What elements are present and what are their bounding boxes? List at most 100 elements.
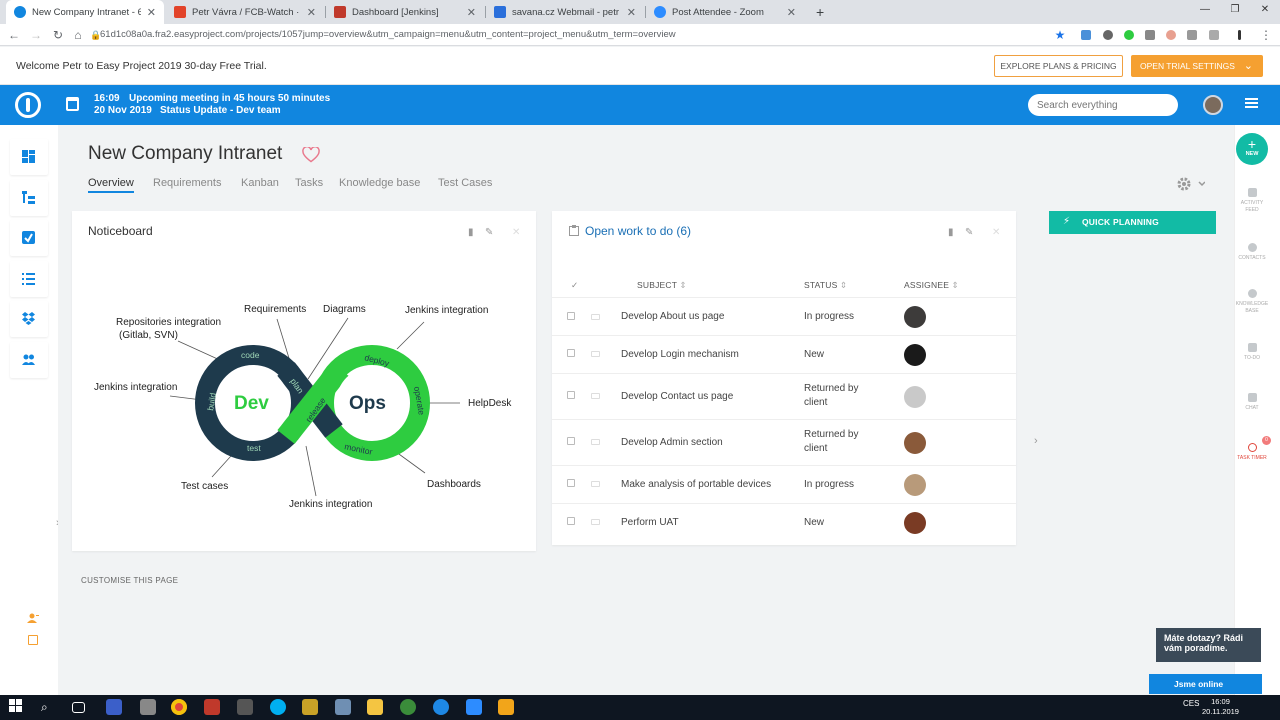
taskbar-search-icon[interactable]: ⌕ xyxy=(41,699,57,715)
sidebar-item-dashboard[interactable] xyxy=(10,139,48,175)
delete-icon[interactable]: ▮ xyxy=(468,227,474,238)
extension-icon[interactable] xyxy=(1187,30,1197,40)
assignee-avatar[interactable] xyxy=(904,474,926,496)
row-context-icon[interactable] xyxy=(591,519,600,525)
url-field[interactable]: 61d1c08a0a.fra2.easyproject.com/projects… xyxy=(100,27,676,43)
browser-tab-webmail[interactable]: savana.cz Webmail - petr <petr@ ✕ xyxy=(486,0,644,24)
sidebar-item-dropbox[interactable] xyxy=(10,301,48,337)
tab-kanban[interactable]: Kanban xyxy=(241,177,279,189)
rail-chat[interactable]: CHAT xyxy=(1234,393,1270,412)
home-icon[interactable]: ⌂ xyxy=(70,27,86,43)
open-work-title[interactable]: Open work to do (6) xyxy=(585,224,691,238)
task-subject[interactable]: Make analysis of portable devices xyxy=(621,479,771,490)
task-subject[interactable]: Perform UAT xyxy=(621,517,679,528)
chevron-right-icon[interactable]: › xyxy=(1034,435,1038,447)
close-tab-icon[interactable]: ✕ xyxy=(627,6,636,19)
table-row[interactable]: Make analysis of portable devices In pro… xyxy=(552,465,1016,503)
row-context-icon[interactable] xyxy=(591,481,600,487)
taskbar-app-icon[interactable] xyxy=(106,699,122,715)
close-tab-icon[interactable]: ✕ xyxy=(147,6,156,19)
chat-prompt-bubble[interactable]: Máte dotazy? Rádi vám poradíme. xyxy=(1156,628,1261,662)
row-context-icon[interactable] xyxy=(591,314,600,320)
tab-requirements[interactable]: Requirements xyxy=(153,177,221,189)
internet-explorer-icon[interactable] xyxy=(433,699,449,715)
extension-icon[interactable] xyxy=(1209,30,1219,40)
meeting-text[interactable]: Upcoming meeting in 45 hours 50 minutes xyxy=(129,93,330,104)
chat-online-button[interactable]: Jsme online xyxy=(1149,674,1262,694)
tab-test-cases[interactable]: Test Cases xyxy=(438,177,492,189)
browser-tab-gitlab[interactable]: Petr Vávra / FCB-Watch · GitLab ✕ xyxy=(166,0,324,24)
tab-knowledge-base[interactable]: Knowledge base xyxy=(339,177,420,189)
assignee-avatar[interactable] xyxy=(904,344,926,366)
browser-tab-easyproject[interactable]: New Company Intranet - 61d1c8 ✕ xyxy=(6,0,164,24)
assignee-avatar[interactable] xyxy=(904,432,926,454)
windows-start-icon[interactable] xyxy=(9,699,25,715)
bookmark-star-icon[interactable]: ★ xyxy=(1052,27,1068,43)
filezilla-icon[interactable] xyxy=(204,699,220,715)
row-checkbox[interactable] xyxy=(567,479,575,487)
reload-icon[interactable]: ↻ xyxy=(50,27,66,43)
forward-arrow-icon[interactable]: → xyxy=(28,27,44,43)
tray-language[interactable]: CES xyxy=(1183,699,1199,708)
extension-icon[interactable] xyxy=(1238,30,1241,40)
table-row[interactable]: Develop About us page In progress xyxy=(552,297,1016,335)
rail-contacts[interactable]: CONTACTS xyxy=(1234,243,1270,262)
table-row[interactable]: Perform UAT New xyxy=(552,503,1016,541)
extension-icon[interactable] xyxy=(1103,30,1113,40)
row-checkbox[interactable] xyxy=(567,349,575,357)
taskbar-clock[interactable]: 16:09 20.11.2019 xyxy=(1202,697,1239,717)
close-window-icon[interactable]: ✕ xyxy=(1250,0,1280,20)
assignee-avatar[interactable] xyxy=(904,306,926,328)
select-all-column[interactable]: ✓ xyxy=(571,280,578,291)
settings-gear-icon[interactable] xyxy=(1177,177,1206,194)
tab-overview[interactable]: Overview xyxy=(88,177,134,193)
new-tab-button[interactable]: + xyxy=(808,0,828,24)
close-tab-icon[interactable]: ✕ xyxy=(307,6,316,19)
back-arrow-icon[interactable]: ← xyxy=(6,27,22,43)
table-row[interactable]: Develop Login mechanism New xyxy=(552,335,1016,373)
rail-todo[interactable]: TO-DO xyxy=(1234,343,1270,362)
task-subject[interactable]: Develop Login mechanism xyxy=(621,349,739,360)
calendar-icon[interactable] xyxy=(66,97,79,111)
meeting-status[interactable]: Status Update - Dev team xyxy=(160,105,281,116)
rail-task-timer[interactable]: TASK TIMER xyxy=(1234,443,1270,462)
extension-icon[interactable] xyxy=(1124,30,1134,40)
sidebar-item-structure[interactable] xyxy=(10,180,48,216)
task-view-icon[interactable] xyxy=(72,702,85,713)
assignee-avatar[interactable] xyxy=(904,386,926,408)
task-subject[interactable]: Develop Admin section xyxy=(621,437,723,448)
edit-pencil-icon[interactable]: ✎ xyxy=(965,227,973,238)
row-context-icon[interactable] xyxy=(591,351,600,357)
task-subject[interactable]: Develop Contact us page xyxy=(621,391,733,402)
delete-icon[interactable]: ▮ xyxy=(948,227,954,238)
taskbar-app-icon[interactable] xyxy=(335,699,351,715)
customise-page-link[interactable]: CUSTOMISE THIS PAGE xyxy=(81,576,178,585)
skype-icon[interactable] xyxy=(270,699,286,715)
assignee-column-header[interactable]: ASSIGNEE ⇕ xyxy=(904,280,959,291)
rail-activity-feed[interactable]: ACTIVITY FEED xyxy=(1234,188,1270,214)
taskbar-app-icon[interactable] xyxy=(302,699,318,715)
easyproject-logo-icon[interactable] xyxy=(15,92,41,118)
assignee-avatar[interactable] xyxy=(904,512,926,534)
table-row[interactable]: Develop Admin section Returned by client xyxy=(552,419,1016,465)
taskbar-app-icon[interactable] xyxy=(237,699,253,715)
close-icon[interactable]: ✕ xyxy=(992,227,1000,238)
file-explorer-icon[interactable] xyxy=(367,699,383,715)
extension-icon[interactable] xyxy=(1166,30,1176,40)
browser-tab-zoom[interactable]: Post Attendee - Zoom ✕ xyxy=(646,0,804,24)
hamburger-menu-icon[interactable] xyxy=(1245,98,1258,100)
table-row[interactable]: Develop Contact us page Returned by clie… xyxy=(552,373,1016,419)
chrome-icon[interactable] xyxy=(171,699,187,715)
logout-icon[interactable] xyxy=(28,635,38,645)
row-context-icon[interactable] xyxy=(591,393,600,399)
close-tab-icon[interactable]: ✕ xyxy=(467,6,476,19)
row-checkbox[interactable] xyxy=(567,517,575,525)
taskbar-app-icon[interactable] xyxy=(498,699,514,715)
sidebar-item-tasks[interactable] xyxy=(10,220,48,256)
task-subject[interactable]: Develop About us page xyxy=(621,311,724,322)
favorite-heart-icon[interactable] xyxy=(302,147,320,163)
open-trial-settings-button[interactable]: OPEN TRIAL SETTINGS ⌄ xyxy=(1131,55,1263,77)
minimize-window-icon[interactable]: — xyxy=(1190,0,1220,20)
row-checkbox[interactable] xyxy=(567,312,575,320)
user-avatar[interactable] xyxy=(1203,95,1223,115)
